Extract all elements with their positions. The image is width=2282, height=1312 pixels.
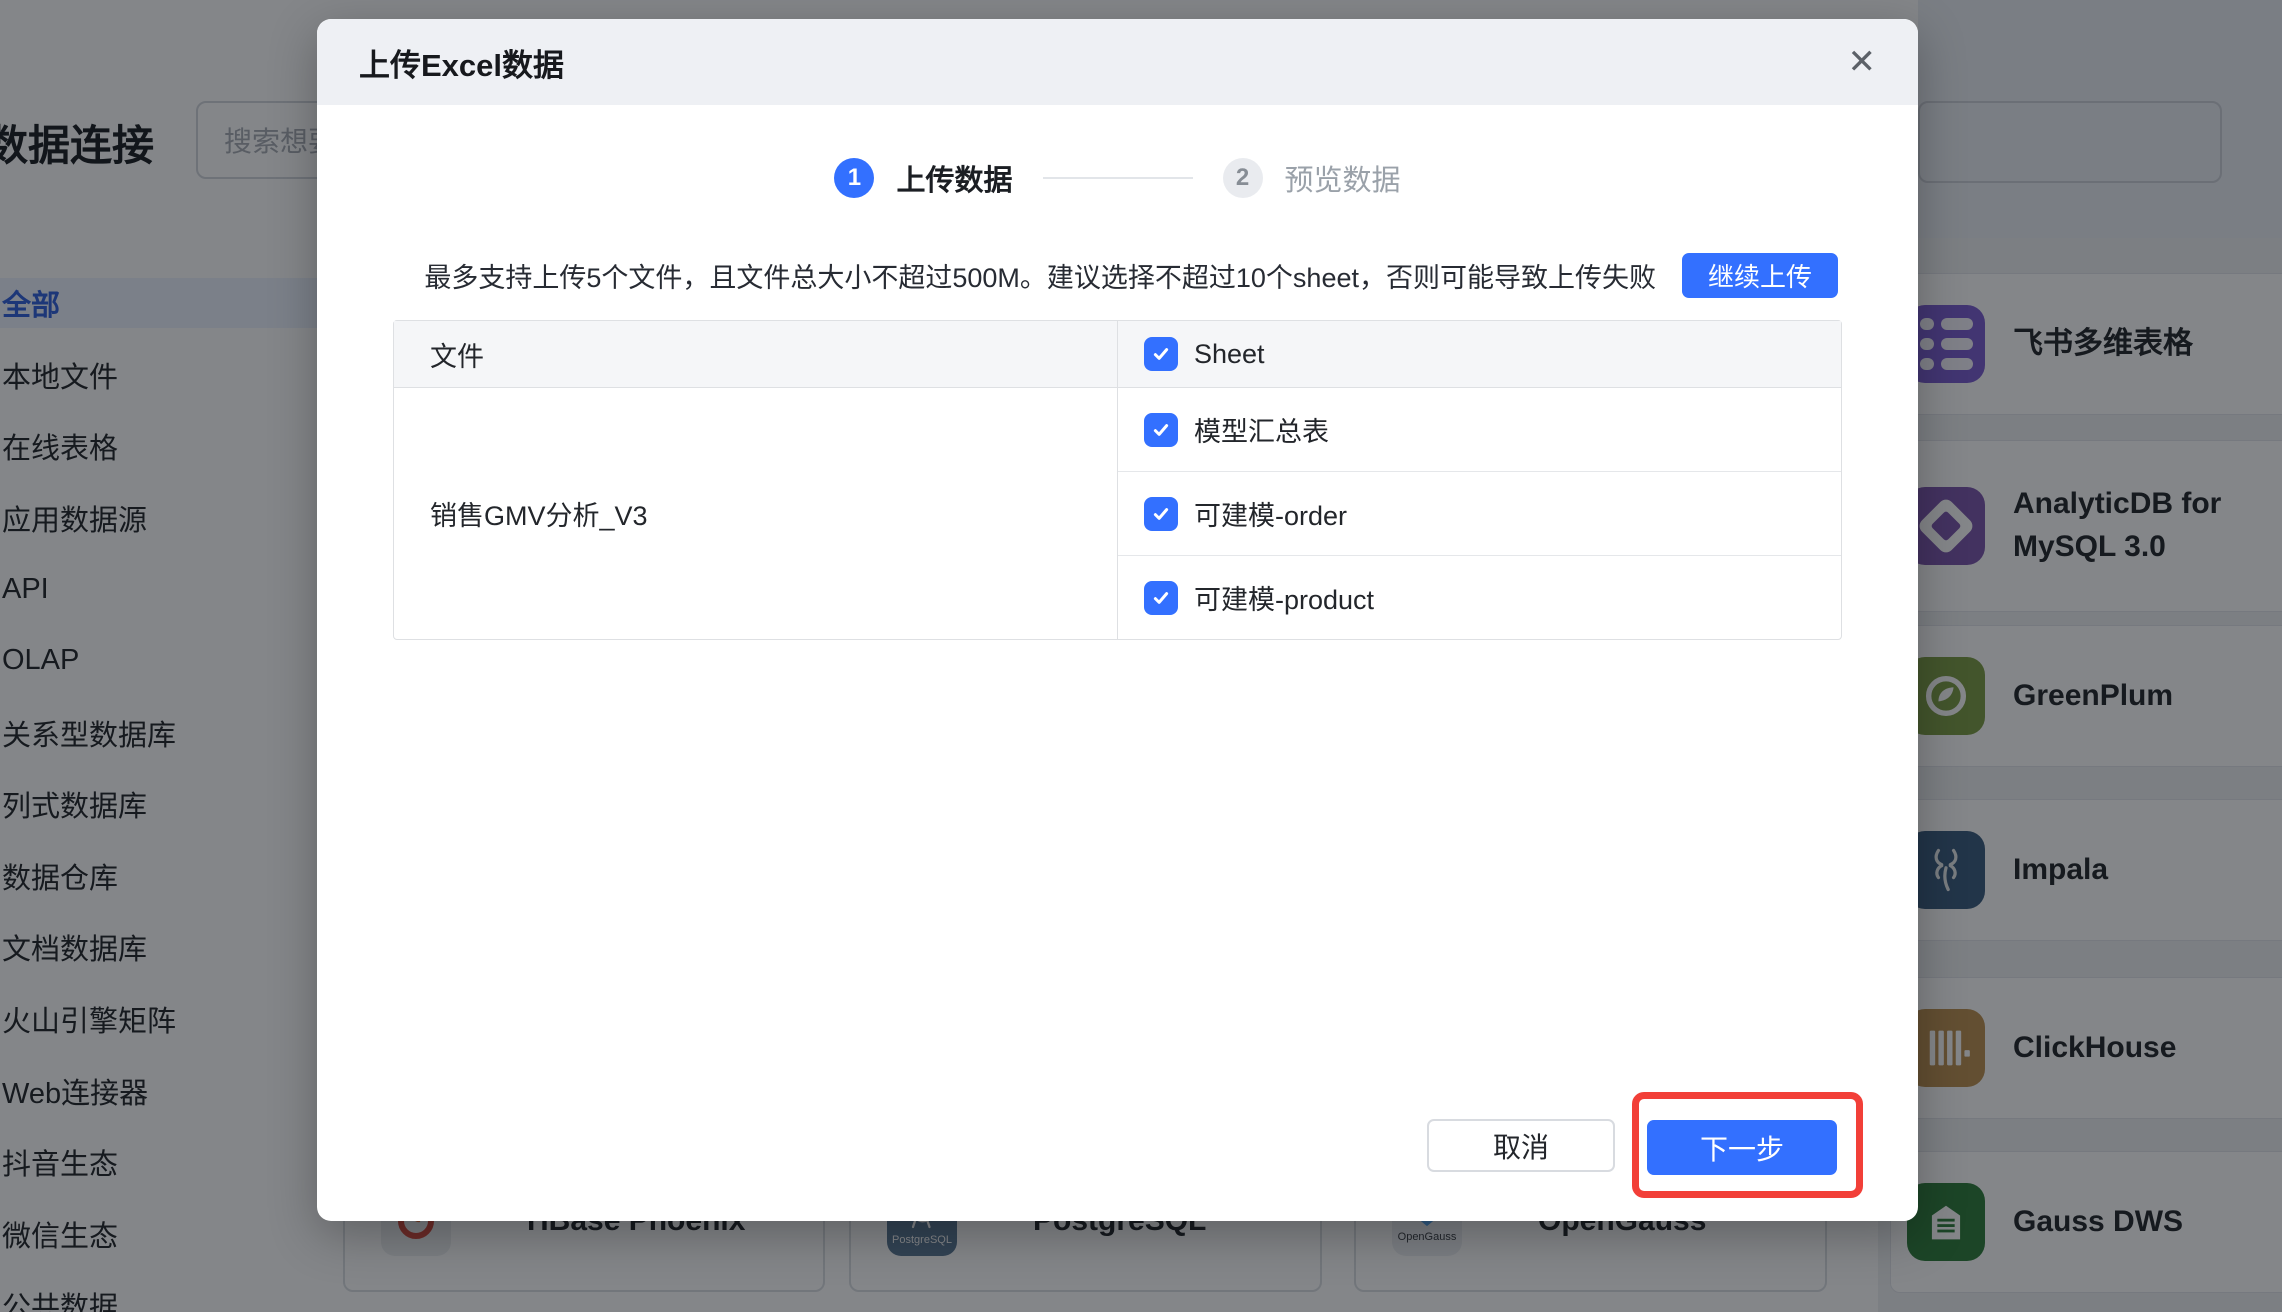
file-sheet-table: 文件 Sheet 销售GMV分析_V3 模型汇总表 xyxy=(393,320,1842,640)
upload-excel-dialog: 上传Excel数据 ✕ 1 上传数据 2 预览数据 最多支持上传5个文件，且文件… xyxy=(317,19,1918,1221)
table-body: 销售GMV分析_V3 模型汇总表 可建模-order xyxy=(394,388,1841,639)
sheet-row: 可建模-product xyxy=(1118,555,1841,639)
sheet-list: 模型汇总表 可建模-order 可建模-product xyxy=(1118,388,1841,639)
step-2-indicator: 2 xyxy=(1223,158,1263,198)
sheet-name: 模型汇总表 xyxy=(1194,410,1329,449)
sheet-checkbox[interactable] xyxy=(1144,581,1178,615)
dialog-header: 上传Excel数据 ✕ xyxy=(317,19,1918,105)
sheet-name: 可建模-order xyxy=(1194,494,1347,533)
screen: 数据连接 搜索想要 全部 本地文件 在线表格 应用数据源 API OLAP 关系… xyxy=(0,0,2282,1312)
upload-notice-text: 最多支持上传5个文件，且文件总大小不超过500M。建议选择不超过10个sheet… xyxy=(424,256,1656,295)
stepper: 1 上传数据 2 预览数据 xyxy=(317,156,1918,200)
sheet-checkbox[interactable] xyxy=(1144,497,1178,531)
step-1-indicator: 1 xyxy=(834,158,874,198)
sheet-checkbox[interactable] xyxy=(1144,413,1178,447)
close-icon[interactable]: ✕ xyxy=(1848,45,1877,79)
cancel-button[interactable]: 取消 xyxy=(1427,1119,1615,1172)
annotation-highlight-box xyxy=(1632,1092,1863,1198)
step-1-label: 上传数据 xyxy=(896,157,1012,199)
column-header-file: 文件 xyxy=(394,321,1118,387)
continue-upload-button[interactable]: 继续上传 xyxy=(1682,253,1838,298)
column-header-sheet: Sheet xyxy=(1118,321,1841,387)
upload-notice-row: 最多支持上传5个文件，且文件总大小不超过500M。建议选择不超过10个sheet… xyxy=(317,252,1838,298)
sheet-name: 可建模-product xyxy=(1194,578,1374,617)
select-all-checkbox[interactable] xyxy=(1144,337,1178,371)
table-header-row: 文件 Sheet xyxy=(394,321,1841,388)
sheet-row: 模型汇总表 xyxy=(1118,388,1841,471)
column-header-sheet-label: Sheet xyxy=(1194,339,1265,370)
step-2-label: 预览数据 xyxy=(1285,157,1401,199)
dialog-title: 上传Excel数据 xyxy=(359,40,564,85)
stepper-connector xyxy=(1043,177,1193,179)
file-name-cell: 销售GMV分析_V3 xyxy=(394,388,1118,639)
sheet-row: 可建模-order xyxy=(1118,471,1841,555)
